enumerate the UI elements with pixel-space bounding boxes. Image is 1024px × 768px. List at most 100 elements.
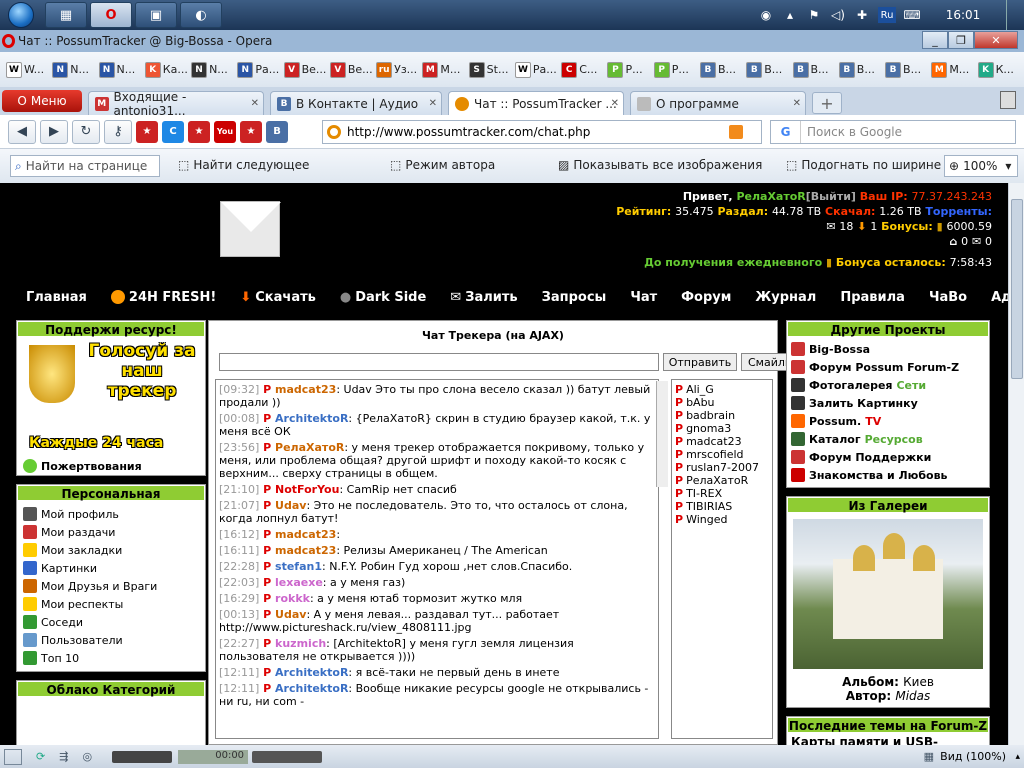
personal-menu-item[interactable]: Пользователи	[17, 631, 205, 649]
bookmark-item[interactable]: B В...	[838, 61, 885, 78]
online-user[interactable]: P TI-REX	[675, 487, 769, 500]
bookmark-item[interactable]: B В...	[746, 61, 792, 78]
language-indicator[interactable]: Ru	[878, 7, 896, 23]
personal-menu-item[interactable]: Топ 10	[17, 649, 205, 667]
nav-dark-side[interactable]: ● Dark Side	[328, 290, 438, 305]
speed-dial-icon[interactable]: ★	[136, 120, 158, 143]
project-link[interactable]: Фотогалерея Сети	[787, 376, 989, 394]
outbox-count[interactable]: 0	[985, 235, 992, 248]
tab-close-icon[interactable]: ✕	[611, 98, 619, 109]
private-message-link[interactable]: P	[259, 560, 275, 573]
clock[interactable]: 16:01	[928, 8, 998, 22]
view-zoom-label[interactable]: Вид (100%)	[940, 750, 1006, 763]
bookmark-item[interactable]: B В...	[792, 61, 839, 78]
project-link[interactable]: Каталог Ресурсов	[787, 430, 989, 448]
find-input[interactable]: ⌕ Найти на странице	[10, 155, 160, 177]
private-message-link[interactable]: P	[259, 499, 275, 512]
bookmark-item[interactable]: K Ка...	[144, 61, 191, 78]
close-button[interactable]: ✕	[974, 31, 1018, 49]
username-link[interactable]: РелаХатоR	[736, 190, 805, 203]
page-scrollbar-thumb[interactable]	[1011, 199, 1023, 379]
address-bar[interactable]: http://www.possumtracker.com/chat.php	[322, 120, 762, 144]
private-message-link[interactable]: P	[675, 435, 683, 448]
taskbar-explorer-button[interactable]: ▦	[45, 2, 87, 28]
nav-forum[interactable]: Форум	[669, 290, 743, 305]
nav-download[interactable]: ⬇ Скачать	[228, 290, 328, 305]
personal-menu-item[interactable]: Мои Друзья и Враги	[17, 577, 205, 595]
bookmark-item[interactable]: V Ве...	[329, 61, 376, 78]
tab-close-icon[interactable]: ✕	[429, 98, 437, 109]
send-button[interactable]: Отправить	[663, 353, 737, 371]
bookmark-item[interactable]: N N...	[191, 61, 237, 78]
private-message-link[interactable]: P	[259, 576, 275, 589]
tray-chrome-icon[interactable]: ◉	[758, 7, 774, 23]
message-nick[interactable]: stefan1	[275, 560, 322, 573]
fit-width-button[interactable]: ⬚ Подогнать по ширине	[786, 158, 941, 172]
private-message-link[interactable]: P	[675, 474, 683, 487]
volume-icon[interactable]: ◁)	[830, 7, 846, 23]
private-message-link[interactable]: P	[259, 412, 275, 425]
bookmark-item[interactable]: C С...	[561, 61, 607, 78]
zoom-select[interactable]: ⊕ 100% ▾	[944, 155, 1018, 177]
bookmark-item[interactable]: B В...	[699, 61, 746, 78]
message-nick[interactable]: ArchitektoR	[275, 666, 348, 679]
bookmark-item[interactable]: ru Уз...	[376, 61, 422, 78]
tab-about[interactable]: О программе ✕	[630, 91, 806, 115]
private-message-link[interactable]: P	[675, 409, 683, 422]
message-nick[interactable]: Udav	[275, 608, 306, 621]
taskbar-app3-button[interactable]: ▣	[135, 2, 177, 28]
private-message-link[interactable]: P	[675, 461, 683, 474]
bookmark-item[interactable]: N N...	[98, 61, 145, 78]
wand-button[interactable]: ⚷	[104, 119, 132, 144]
nav-admin[interactable]: Администрация	[979, 290, 1008, 305]
message-nick[interactable]: ArchitektoR	[275, 412, 348, 425]
online-user[interactable]: PbAbu	[675, 396, 769, 409]
message-nick[interactable]: madcat23	[275, 544, 336, 557]
nav-24h-fresh[interactable]: 24H FRESH!	[99, 290, 228, 305]
project-link[interactable]: Форум Possum Forum-Z	[787, 358, 989, 376]
personal-menu-item[interactable]: Картинки	[17, 559, 205, 577]
message-nick[interactable]: rokkk	[275, 592, 310, 605]
tray-flag-icon[interactable]: ⚑	[806, 7, 822, 23]
leech-count[interactable]: 1	[870, 220, 877, 233]
nav-requests[interactable]: Запросы	[530, 290, 619, 305]
private-message-link[interactable]: P	[675, 396, 683, 409]
author-mode-button[interactable]: ⬚ Режим автора	[390, 158, 495, 172]
message-nick[interactable]: NotForYou	[275, 483, 339, 496]
album-value[interactable]: Киев	[903, 675, 934, 689]
private-message-link[interactable]: P	[675, 422, 683, 435]
bookmark-item[interactable]: N Ра...	[237, 61, 283, 78]
nav-faq[interactable]: ЧаВо	[917, 290, 979, 305]
unite-icon[interactable]: ⇶	[59, 750, 68, 763]
personal-menu-item[interactable]: Мой профиль	[17, 505, 205, 523]
tab-close-icon[interactable]: ✕	[793, 98, 801, 109]
back-button[interactable]: ◀	[8, 119, 36, 144]
bookmark-item[interactable]: M М...	[931, 61, 977, 78]
private-message-link[interactable]: P	[259, 666, 275, 679]
c-icon[interactable]: C	[162, 120, 184, 143]
speed-icon[interactable]: ◎	[82, 750, 92, 763]
online-user[interactable]: Pgnoma3	[675, 422, 769, 435]
project-link[interactable]: Possum. TV	[787, 412, 989, 430]
online-user[interactable]: Pmrscofield	[675, 448, 769, 461]
page-scrollbar[interactable]	[1008, 183, 1024, 745]
personal-menu-item[interactable]: Соседи	[17, 613, 205, 631]
nav-journal[interactable]: Журнал	[743, 290, 828, 305]
chevron-up-icon[interactable]: ▴	[1015, 752, 1020, 762]
media-controls[interactable]	[112, 750, 173, 763]
message-nick[interactable]: madcat23	[275, 383, 336, 396]
message-nick[interactable]: Udav	[275, 499, 306, 512]
start-button[interactable]	[0, 0, 42, 30]
private-message-link[interactable]: P	[675, 500, 683, 513]
nav-rules[interactable]: Правила	[828, 290, 917, 305]
private-message-link[interactable]: P	[675, 383, 683, 396]
bookmark-item[interactable]: W W...	[6, 61, 52, 78]
private-message-link[interactable]: P	[259, 608, 275, 621]
private-message-link[interactable]: P	[259, 441, 275, 454]
bookmark-item[interactable]: M М...	[422, 61, 468, 78]
show-desktop-button[interactable]	[1006, 0, 1018, 30]
project-link[interactable]: Залить Картинку	[787, 394, 989, 412]
personal-menu-item[interactable]: Мои респекты	[17, 595, 205, 613]
vote-banner[interactable]: Голосуй за наш трекер Каждые 24 часа	[17, 337, 205, 457]
online-user[interactable]: P Ali_G	[675, 383, 769, 396]
